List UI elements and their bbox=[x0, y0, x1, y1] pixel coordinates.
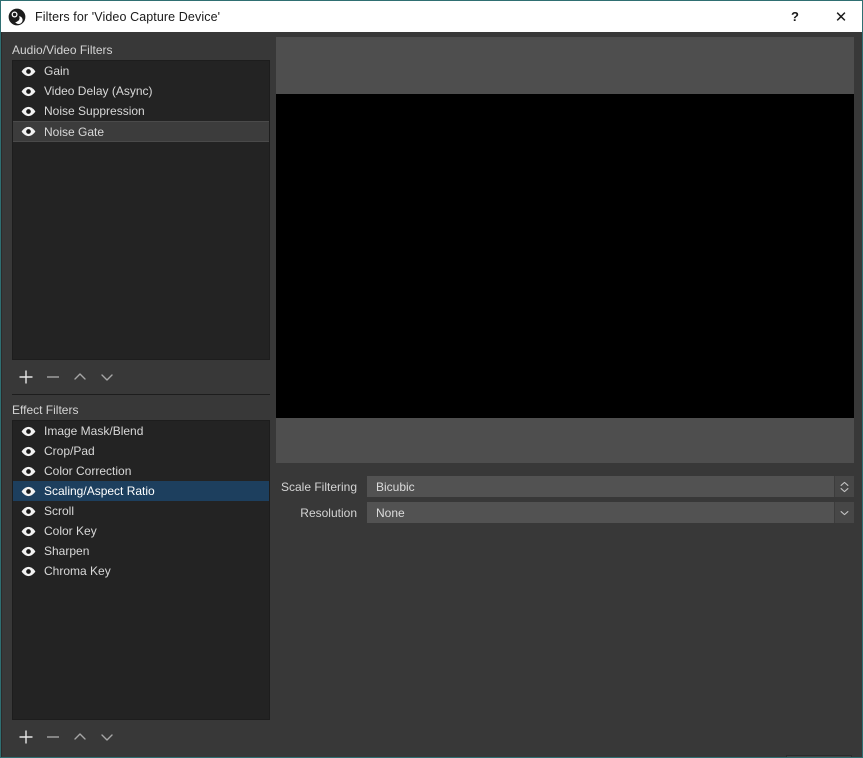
filter-list-item-label: Video Delay (Async) bbox=[44, 84, 153, 98]
remove-filter-button[interactable] bbox=[39, 365, 66, 389]
filter-list-item[interactable]: Color Correction bbox=[13, 461, 269, 481]
window-title: Filters for 'Video Capture Device' bbox=[35, 10, 220, 24]
filter-list-item[interactable]: Noise Gate bbox=[13, 121, 269, 142]
plus-icon bbox=[17, 728, 35, 746]
minus-icon bbox=[44, 728, 62, 746]
eye-icon[interactable] bbox=[21, 526, 36, 537]
eye-icon[interactable] bbox=[21, 106, 36, 117]
move-filter-up-button[interactable] bbox=[66, 725, 93, 749]
effect-filters-toolbar bbox=[12, 724, 270, 750]
filter-list-item[interactable]: Sharpen bbox=[13, 541, 269, 561]
spinner-buttons[interactable] bbox=[834, 476, 854, 497]
preview-and-properties-column: Scale FilteringBicubicResolutionNone bbox=[276, 32, 863, 757]
chevron-down-icon bbox=[98, 368, 116, 386]
resolution-field[interactable]: None bbox=[367, 502, 854, 523]
preview-video-surface bbox=[276, 94, 854, 418]
filter-list-item[interactable]: Scroll bbox=[13, 501, 269, 521]
filter-list-item-label: Chroma Key bbox=[44, 564, 111, 578]
filter-list-item[interactable]: Noise Suppression bbox=[13, 101, 269, 121]
plus-icon bbox=[17, 368, 35, 386]
filter-properties: Scale FilteringBicubicResolutionNone bbox=[276, 476, 854, 528]
remove-filter-button[interactable] bbox=[39, 725, 66, 749]
effect-filters-label: Effect Filters bbox=[12, 403, 78, 417]
filters-divider bbox=[12, 394, 270, 395]
filter-list-item[interactable]: Chroma Key bbox=[13, 561, 269, 581]
filter-list-item-label: Sharpen bbox=[44, 544, 89, 558]
filter-list-item-label: Gain bbox=[44, 64, 69, 78]
filter-list-item-label: Scroll bbox=[44, 504, 74, 518]
eye-icon[interactable] bbox=[21, 86, 36, 97]
chevron-up-icon bbox=[71, 728, 89, 746]
add-filter-button[interactable] bbox=[12, 365, 39, 389]
filters-dialog-window: Filters for 'Video Capture Device' ? ✕ A… bbox=[0, 0, 863, 758]
property-row: ResolutionNone bbox=[276, 502, 854, 523]
eye-icon[interactable] bbox=[21, 426, 36, 437]
filter-list-item[interactable]: Crop/Pad bbox=[13, 441, 269, 461]
obs-logo-icon bbox=[8, 8, 26, 26]
resolution-label: Resolution bbox=[276, 506, 367, 520]
eye-icon[interactable] bbox=[21, 566, 36, 577]
dropdown-arrow-button[interactable] bbox=[834, 502, 854, 523]
property-value: None bbox=[367, 506, 834, 520]
eye-icon[interactable] bbox=[21, 486, 36, 497]
filter-list-item-label: Image Mask/Blend bbox=[44, 424, 143, 438]
effect-filters-list[interactable]: Image Mask/Blend Crop/Pad Color Correction… bbox=[12, 420, 270, 720]
filter-list-item[interactable]: Scaling/Aspect Ratio bbox=[13, 481, 269, 501]
filter-list-item[interactable]: Video Delay (Async) bbox=[13, 81, 269, 101]
dialog-body: Audio/Video Filters Gain Video Delay (Asy… bbox=[2, 32, 863, 757]
filter-list-item-label: Color Correction bbox=[44, 464, 131, 478]
chevron-down-icon bbox=[840, 487, 849, 493]
filter-list-item-label: Color Key bbox=[44, 524, 97, 538]
move-filter-down-button[interactable] bbox=[93, 725, 120, 749]
property-value: Bicubic bbox=[367, 480, 834, 494]
scale-filtering-field[interactable]: Bicubic bbox=[367, 476, 854, 497]
scale-filtering-label: Scale Filtering bbox=[276, 480, 367, 494]
eye-icon[interactable] bbox=[21, 506, 36, 517]
filter-list-item-label: Noise Gate bbox=[44, 125, 104, 139]
audio-video-filters-toolbar bbox=[12, 364, 270, 390]
eye-icon[interactable] bbox=[21, 446, 36, 457]
filter-list-item[interactable]: Image Mask/Blend bbox=[13, 421, 269, 441]
add-filter-button[interactable] bbox=[12, 725, 39, 749]
filter-list-item[interactable]: Gain bbox=[13, 61, 269, 81]
filter-list-item[interactable]: Color Key bbox=[13, 521, 269, 541]
eye-icon[interactable] bbox=[21, 466, 36, 477]
property-row: Scale FilteringBicubic bbox=[276, 476, 854, 497]
close-window-button[interactable]: ✕ bbox=[818, 1, 863, 32]
filters-column: Audio/Video Filters Gain Video Delay (Asy… bbox=[2, 32, 273, 757]
chevron-up-icon bbox=[71, 368, 89, 386]
chevron-down-icon bbox=[98, 728, 116, 746]
move-filter-up-button[interactable] bbox=[66, 365, 93, 389]
move-filter-down-button[interactable] bbox=[93, 365, 120, 389]
eye-icon[interactable] bbox=[21, 546, 36, 557]
eye-icon[interactable] bbox=[21, 66, 36, 77]
audio-video-filters-label: Audio/Video Filters bbox=[12, 43, 113, 57]
filter-preview-panel bbox=[276, 37, 854, 463]
minus-icon bbox=[44, 368, 62, 386]
filter-list-item-label: Noise Suppression bbox=[44, 104, 145, 118]
filter-list-item-label: Scaling/Aspect Ratio bbox=[44, 484, 155, 498]
title-bar: Filters for 'Video Capture Device' ? ✕ bbox=[1, 1, 863, 32]
filter-list-item-label: Crop/Pad bbox=[44, 444, 95, 458]
audio-video-filters-list[interactable]: Gain Video Delay (Async) Noise Suppression… bbox=[12, 60, 270, 360]
chevron-down-icon bbox=[840, 510, 849, 516]
help-button[interactable]: ? bbox=[772, 1, 818, 32]
eye-icon[interactable] bbox=[21, 126, 36, 137]
